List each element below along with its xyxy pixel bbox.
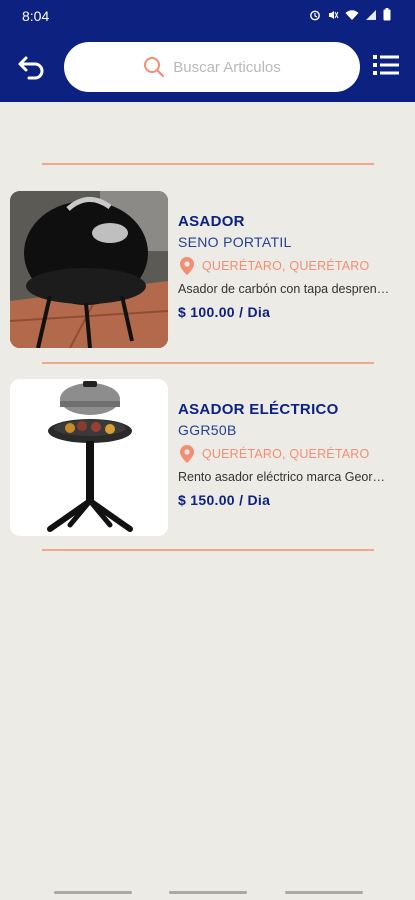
system-nav-bar: [0, 886, 415, 900]
nav-home-button[interactable]: [169, 891, 247, 894]
app-header: Buscar Articulos: [0, 30, 415, 102]
mute-icon: [327, 8, 339, 26]
search-input[interactable]: Buscar Articulos: [173, 59, 281, 76]
item-location-text: QUERÉTARO, QUERÉTARO: [202, 447, 370, 461]
nav-recents-button[interactable]: [54, 891, 132, 894]
back-arrow-icon: [18, 56, 44, 80]
list-icon: [373, 55, 399, 75]
item-info: ASADOR SENO PORTATIL QUERÉTARO, QUERÉTAR…: [178, 213, 408, 320]
nav-back-button[interactable]: [285, 891, 363, 894]
item-title: ASADOR: [178, 213, 245, 230]
alarm-icon: [309, 8, 321, 26]
wifi-icon: [345, 8, 359, 26]
back-button[interactable]: [16, 50, 48, 82]
signal-icon: [365, 8, 377, 26]
status-bar: 8:04: [0, 0, 415, 30]
list-item[interactable]: ASADOR ELÉCTRICO GGR50B QUERÉTARO, QUERÉ…: [10, 379, 415, 539]
product-image: [10, 191, 168, 348]
item-price: $ 100.00 / Dia: [178, 304, 271, 320]
item-price: $ 150.00 / Dia: [178, 492, 271, 508]
product-image: [10, 379, 168, 536]
item-info: ASADOR ELÉCTRICO GGR50B QUERÉTARO, QUERÉ…: [178, 401, 408, 508]
item-location: QUERÉTARO, QUERÉTARO: [178, 256, 408, 276]
item-description: Asador de carbón con tapa desprend ...: [178, 282, 390, 296]
search-icon: [144, 57, 165, 78]
list-view-button[interactable]: [371, 50, 401, 80]
status-time: 8:04: [22, 8, 50, 24]
item-subtitle: GGR50B: [178, 422, 237, 438]
divider: [42, 362, 374, 364]
battery-icon: [383, 8, 391, 26]
item-location-text: QUERÉTARO, QUERÉTARO: [202, 259, 370, 273]
status-icons: [309, 8, 391, 26]
search-bar[interactable]: Buscar Articulos: [64, 42, 360, 92]
divider: [42, 163, 374, 165]
item-title: ASADOR ELÉCTRICO: [178, 401, 339, 418]
location-pin-icon: [180, 257, 194, 275]
item-description: Rento asador eléctrico marca Georg ...: [178, 470, 390, 484]
list-item[interactable]: ASADOR SENO PORTATIL QUERÉTARO, QUERÉTAR…: [10, 191, 415, 351]
item-subtitle: SENO PORTATIL: [178, 234, 292, 250]
divider: [42, 549, 374, 551]
item-location: QUERÉTARO, QUERÉTARO: [178, 444, 408, 464]
location-pin-icon: [180, 445, 194, 463]
